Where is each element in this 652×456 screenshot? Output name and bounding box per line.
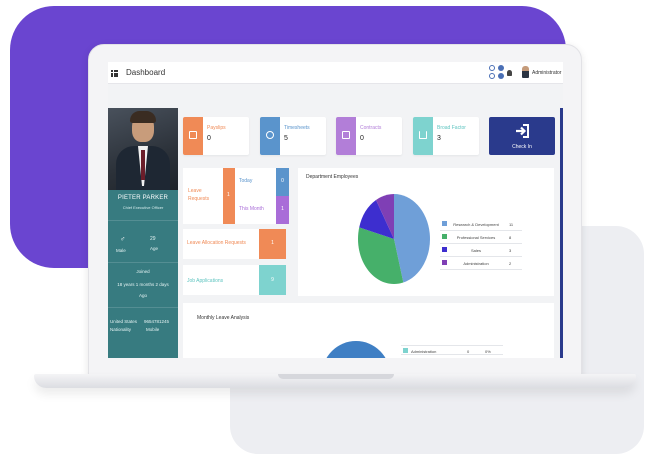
stat-label: Broad Factor xyxy=(437,125,466,131)
payslip-icon xyxy=(189,131,197,139)
activity-icon[interactable] xyxy=(489,65,495,71)
gender-label: Male xyxy=(116,248,126,253)
user-name[interactable]: Administrator xyxy=(532,70,561,76)
message-icon[interactable] xyxy=(498,73,504,79)
job-applications-card[interactable]: Job Applications 9 xyxy=(183,265,286,295)
payslip-strip xyxy=(183,117,203,155)
phone-label: Mobile xyxy=(146,327,160,332)
laptop-notch xyxy=(278,374,394,379)
stat-value: 5 xyxy=(284,135,288,142)
hero-illustration: Dashboard Administrator PIETER PARKER Ch… xyxy=(0,0,652,456)
divider xyxy=(108,220,178,221)
phone-value: 9654781245 xyxy=(144,319,170,324)
job-applications-value: 9 xyxy=(271,277,274,283)
legend-name: Research & Development xyxy=(453,222,499,227)
leave-allocation-label: Leave Allocation Requests xyxy=(187,240,246,246)
male-icon: ♂ xyxy=(120,236,126,243)
broad-factor-strip xyxy=(413,117,433,155)
divider xyxy=(108,307,178,308)
leave-count: 1 xyxy=(227,192,230,198)
legend-percent: 0% xyxy=(485,349,491,354)
apps-grid-icon[interactable] xyxy=(111,70,118,77)
profile-photo xyxy=(108,108,178,190)
profile-name: PIETER PARKER xyxy=(117,195,169,201)
leave-requests-card[interactable]: Leave Requests 1 Today This Month 0 1 xyxy=(183,168,289,224)
sub-bar xyxy=(108,85,563,107)
leave-allocation-value: 1 xyxy=(271,240,274,246)
check-in-button[interactable]: Check In xyxy=(489,117,555,155)
legend-count: 2 xyxy=(509,261,512,266)
stat-card-contracts[interactable]: Contracts 0 xyxy=(336,117,402,155)
legend-swatch xyxy=(442,221,447,226)
clock-icon xyxy=(266,131,274,139)
joined-ago: Ago xyxy=(138,293,147,298)
stat-label: Payslips xyxy=(207,125,226,131)
joined-value: 18 years 1 months 2 days xyxy=(117,282,169,287)
today-value: 0 xyxy=(281,178,284,184)
chart-icon xyxy=(419,131,427,139)
legend-name: Administration xyxy=(411,349,437,354)
department-employees-card: Department Employees Research & Developm… xyxy=(298,168,554,296)
dashboard-screen: Dashboard Administrator PIETER PARKER Ch… xyxy=(108,62,563,358)
monthly-leave-title: Monthly Leave Analysis xyxy=(197,315,250,321)
joined-label: Joined xyxy=(136,269,150,274)
divider xyxy=(108,262,178,263)
stat-card-timesheets[interactable]: Timesheets 5 xyxy=(260,117,326,155)
chat-icon[interactable] xyxy=(498,65,504,71)
nationality-label: Nationality xyxy=(110,327,132,332)
legend-count: 0 xyxy=(467,349,470,354)
legend-count: 3 xyxy=(509,248,512,253)
today-label: Today xyxy=(239,178,253,184)
leave-requests-title: Leave Requests xyxy=(188,188,210,202)
job-applications-label: Job Applications xyxy=(187,278,224,284)
stat-value: 3 xyxy=(437,135,441,142)
legend-swatch xyxy=(442,234,447,239)
timesheet-strip xyxy=(260,117,280,155)
scrollbar[interactable] xyxy=(560,108,563,358)
department-employees-title: Department Employees xyxy=(306,174,359,180)
legend-swatch xyxy=(403,348,408,353)
legend-row: Sales 3 xyxy=(440,244,522,257)
bell-icon[interactable] xyxy=(507,70,512,76)
legend-name: Sales xyxy=(470,248,481,253)
nationality-value: United States xyxy=(110,319,138,324)
page-title: Dashboard xyxy=(126,68,166,77)
top-bar: Dashboard Administrator xyxy=(108,62,563,84)
today-strip: 0 xyxy=(276,168,289,196)
legend-row: Professional Services 8 xyxy=(440,231,522,244)
stat-value: 0 xyxy=(360,135,364,142)
monthly-leave-pie xyxy=(326,341,386,358)
sign-in-icon xyxy=(516,124,529,138)
check-in-label: Check In xyxy=(512,144,532,150)
contract-strip xyxy=(336,117,356,155)
leave-allocation-card[interactable]: Leave Allocation Requests 1 xyxy=(183,229,286,259)
this-month-label: This Month xyxy=(239,206,264,212)
clock-icon[interactable] xyxy=(489,73,495,79)
avatar[interactable] xyxy=(522,66,529,78)
legend-name: Administration xyxy=(463,261,489,266)
legend-row: Administration 2 xyxy=(440,257,522,270)
legend-swatch xyxy=(442,260,447,265)
legend-row: Research & Development 11 xyxy=(440,218,522,231)
this-month-value: 1 xyxy=(281,206,284,212)
stat-card-broad-factor[interactable]: Broad Factor 3 xyxy=(413,117,479,155)
monthly-legend-row: Administration 0 0% xyxy=(401,345,503,355)
department-legend: Research & Development 11 Professional S… xyxy=(440,218,522,270)
stat-card-payslips[interactable]: Payslips 0 xyxy=(183,117,249,155)
department-pie-chart xyxy=(358,194,430,284)
stat-value: 0 xyxy=(207,135,211,142)
legend-name: Professional Services xyxy=(456,235,496,240)
legend-count: 11 xyxy=(509,222,514,227)
legend-count: 8 xyxy=(509,235,512,240)
monthly-leave-card: Monthly Leave Analysis Administration 0 … xyxy=(183,303,554,358)
age-value: 29 xyxy=(150,236,156,242)
stat-label: Timesheets xyxy=(284,125,310,131)
this-month-strip: 1 xyxy=(276,196,289,224)
contract-icon xyxy=(342,131,350,139)
age-label: Age xyxy=(150,246,159,251)
legend-swatch xyxy=(442,247,447,252)
profile-role: Chief Executive Officer xyxy=(122,205,164,210)
stat-label: Contracts xyxy=(360,125,382,131)
profile-sidebar: PIETER PARKER Chief Executive Officer ♂ … xyxy=(108,108,178,358)
